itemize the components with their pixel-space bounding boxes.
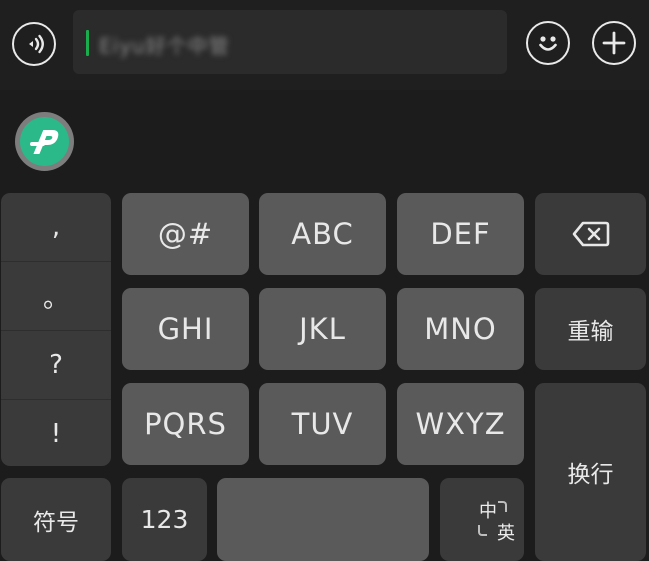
lang-zh-label: 中 [479, 500, 497, 522]
backspace-key[interactable] [535, 193, 646, 275]
newline-key[interactable]: 换行 [535, 383, 646, 561]
key-label: MNO [424, 312, 497, 346]
key-label: GHI [157, 312, 214, 346]
number-key[interactable]: 123 [122, 478, 207, 561]
key-label: JKL [299, 312, 346, 346]
punct-comma-key[interactable]: , [1, 193, 111, 261]
symbol-panel-key[interactable]: 符号 [1, 478, 111, 561]
plus-icon [602, 31, 626, 55]
key-label: 符号 [33, 509, 79, 536]
space-key[interactable] [217, 478, 429, 561]
key-label: DEF [430, 217, 491, 251]
message-input[interactable]: Eiyu好个中管 [73, 10, 507, 74]
keyboard-screen: Eiyu好个中管 , 。 ? ! @# ABC DEF GHI JKL MNO … [0, 0, 649, 561]
punct-period-key[interactable]: 。 [1, 262, 111, 330]
key-def[interactable]: DEF [397, 193, 524, 275]
key-abc[interactable]: ABC [259, 193, 386, 275]
language-switch-key[interactable]: 中 英 [440, 478, 524, 561]
key-tuv[interactable]: TUV [259, 383, 386, 465]
retype-key[interactable]: 重输 [535, 288, 646, 370]
voice-input-button[interactable] [12, 22, 56, 66]
key-ghi[interactable]: GHI [122, 288, 249, 370]
bracket-decoration [478, 524, 487, 536]
p-logo-icon [20, 117, 69, 166]
punctuation-column: , 。 ? ! [1, 193, 111, 466]
key-label: 换行 [567, 462, 614, 488]
key-label: 123 [140, 505, 189, 534]
key-label: 重输 [567, 319, 614, 345]
key-symbols[interactable]: @# [122, 193, 249, 275]
bracket-decoration [498, 500, 507, 512]
key-label: @# [157, 217, 214, 251]
key-label: ABC [291, 217, 354, 251]
lang-en-label: 英 [497, 522, 515, 544]
key-pqrs[interactable]: PQRS [122, 383, 249, 465]
key-label: WXYZ [415, 407, 506, 441]
key-label: TUV [291, 407, 354, 441]
punct-question-key[interactable]: ? [1, 331, 111, 399]
zh-en-toggle: 中 英 [457, 495, 515, 545]
backspace-icon [572, 221, 609, 247]
input-text: Eiyu好个中管 [99, 34, 230, 58]
key-jkl[interactable]: JKL [259, 288, 386, 370]
key-label: PQRS [144, 407, 227, 441]
smiley-icon [539, 36, 557, 51]
keyboard-logo-button[interactable] [15, 112, 74, 171]
text-cursor [86, 30, 89, 56]
emoji-button[interactable] [526, 21, 570, 65]
chat-input-bar: Eiyu好个中管 [0, 0, 649, 90]
voice-wave-icon [29, 34, 44, 54]
key-mno[interactable]: MNO [397, 288, 524, 370]
key-wxyz[interactable]: WXYZ [397, 383, 524, 465]
more-functions-button[interactable] [592, 21, 636, 65]
punct-exclaim-key[interactable]: ! [1, 400, 111, 466]
